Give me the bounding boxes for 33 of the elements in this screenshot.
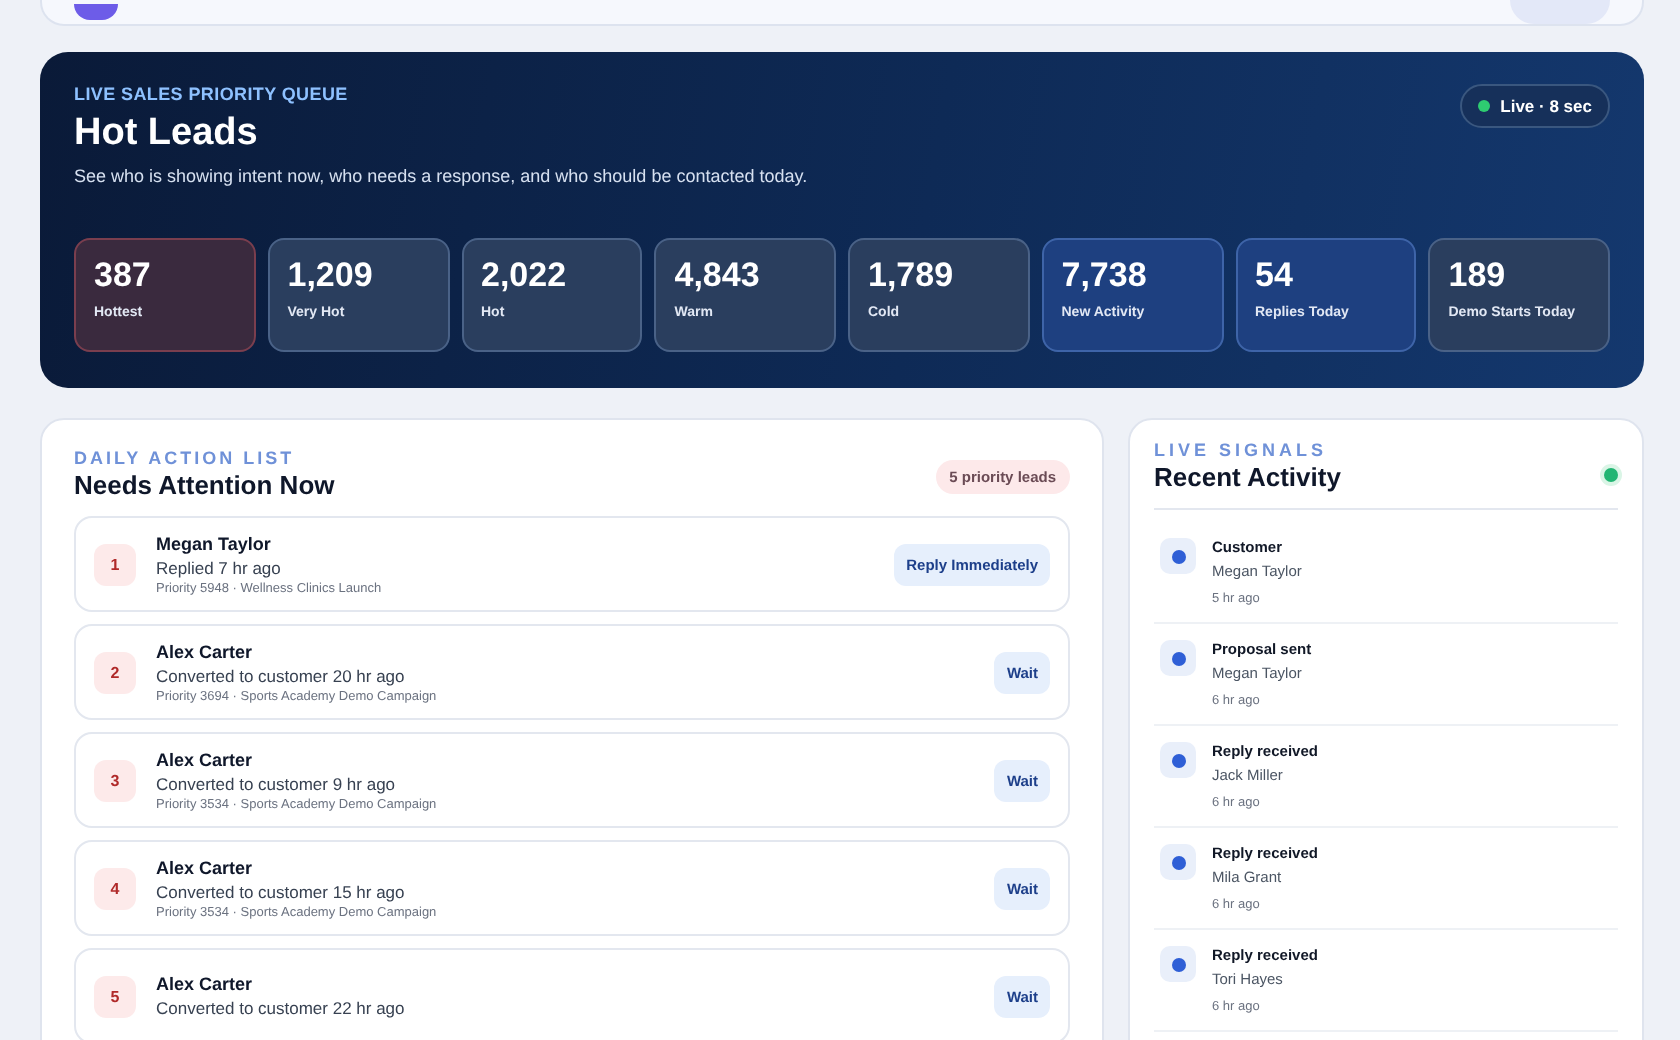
page-title: Hot Leads — [74, 112, 260, 156]
rank-badge: 2 — [94, 651, 136, 693]
lead-event: Replied 7 hr ago — [156, 557, 283, 577]
page-subtitle: See who is showing intent now, who needs a response, and who should be contacted today. — [74, 166, 808, 186]
section-eyebrow: LIVE SIGNALS — [1154, 440, 1330, 460]
lead-name: Alex Carter — [156, 857, 255, 877]
section-title: Needs Attention Now — [74, 470, 335, 500]
lead-name: Megan Taylor — [156, 533, 273, 553]
rank-badge: 1 — [94, 543, 136, 585]
stat-value: 1,789 — [868, 256, 956, 296]
section-title: Recent Activity — [1154, 462, 1341, 492]
stat-value: 2,022 — [481, 256, 569, 296]
lead-name: Alex Carter — [156, 974, 255, 994]
lead-name: Alex Carter — [156, 749, 255, 769]
live-badge-text: Live · 8 sec — [1500, 96, 1592, 116]
stat-value: 4,843 — [674, 256, 762, 296]
stat-value: 54 — [1255, 256, 1295, 296]
lead-event: Converted to customer 22 hr ago — [156, 998, 407, 1018]
rank-badge: 4 — [94, 867, 136, 909]
live-dot-icon — [1604, 468, 1618, 482]
lead-name: Alex Carter — [156, 641, 255, 661]
stat-value: 387 — [94, 256, 153, 296]
section-eyebrow: DAILY ACTION LIST — [74, 448, 297, 468]
stat-value: 7,738 — [1061, 256, 1149, 296]
lead-event: Converted to customer 9 hr ago — [156, 773, 398, 793]
rank-badge: 5 — [94, 975, 136, 1017]
lead-event: Converted to customer 15 hr ago — [156, 881, 407, 901]
section-eyebrow: LIVE SALES PRIORITY QUEUE — [74, 84, 350, 104]
stat-value: 189 — [1448, 256, 1508, 296]
lead-event: Converted to customer 20 hr ago — [156, 665, 407, 685]
live-dot-icon — [1478, 100, 1491, 112]
rank-badge: 3 — [94, 759, 136, 801]
stat-value: 1,209 — [287, 256, 375, 296]
